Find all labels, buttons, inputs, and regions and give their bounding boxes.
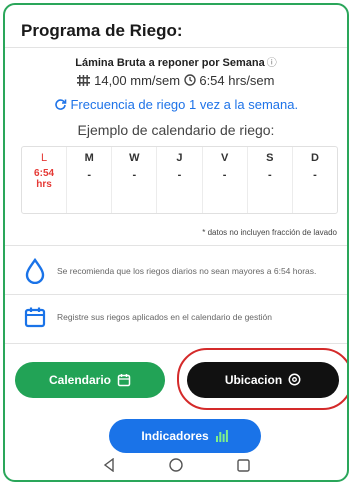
frequency-text: Frecuencia de riego 1 vez a la semana. — [5, 97, 347, 112]
lamina-label: Lámina Bruta a reponer por Semana ⓘ — [75, 57, 277, 69]
back-icon[interactable] — [97, 455, 121, 475]
calendario-button[interactable]: Calendario — [15, 362, 165, 398]
bar-chart-icon — [215, 429, 229, 444]
calendar-day-miercoles: W - — [111, 147, 156, 213]
calendar-icon — [21, 303, 49, 331]
home-icon[interactable] — [164, 455, 188, 475]
water-drop-icon — [21, 257, 49, 285]
calendar-day-sabado: S - — [246, 147, 292, 213]
clock-icon — [184, 73, 200, 88]
location-pin-icon — [288, 373, 301, 388]
page-title: Programa de Riego: — [21, 21, 183, 40]
sprinkler-icon — [77, 73, 94, 88]
hours-value: 6:54 hrs/sem — [199, 73, 275, 88]
calendar-day-lunes: L 6:54 hrs — [34, 152, 55, 190]
tip-register: Registre sus riegos aplicados en el cale… — [21, 297, 341, 337]
tip-max-duration: Se recomienda que los riegos diarios no … — [21, 251, 341, 291]
divider — [5, 47, 347, 48]
divider — [5, 294, 347, 295]
calendar-icon — [117, 373, 131, 388]
recents-icon[interactable] — [231, 455, 255, 475]
divider — [5, 245, 347, 246]
weekly-metrics: 14,00 mm/sem 6:54 hrs/sem — [5, 73, 347, 88]
weekly-calendar: L 6:54 hrs M - W - J - V - S - D - — [21, 146, 338, 214]
rate-value: 14,00 mm/sem — [94, 73, 181, 88]
irrigation-card: Programa de Riego: Lámina Bruta a repone… — [3, 3, 349, 482]
ubicacion-button[interactable]: Ubicacion — [187, 362, 339, 398]
footnote: * datos no incluyen fracción de lavado — [202, 228, 337, 237]
calendar-day-martes: M - — [66, 147, 111, 213]
info-icon[interactable]: ⓘ — [267, 58, 277, 69]
divider — [5, 343, 347, 344]
indicadores-button[interactable]: Indicadores — [109, 419, 261, 453]
calendar-day-viernes: V - — [201, 147, 247, 213]
calendar-day-jueves: J - — [156, 147, 201, 213]
example-title: Ejemplo de calendario de riego: — [77, 122, 275, 138]
refresh-icon — [54, 97, 71, 112]
system-nav-bar — [5, 450, 347, 480]
calendar-day-domingo: D - — [291, 147, 337, 213]
